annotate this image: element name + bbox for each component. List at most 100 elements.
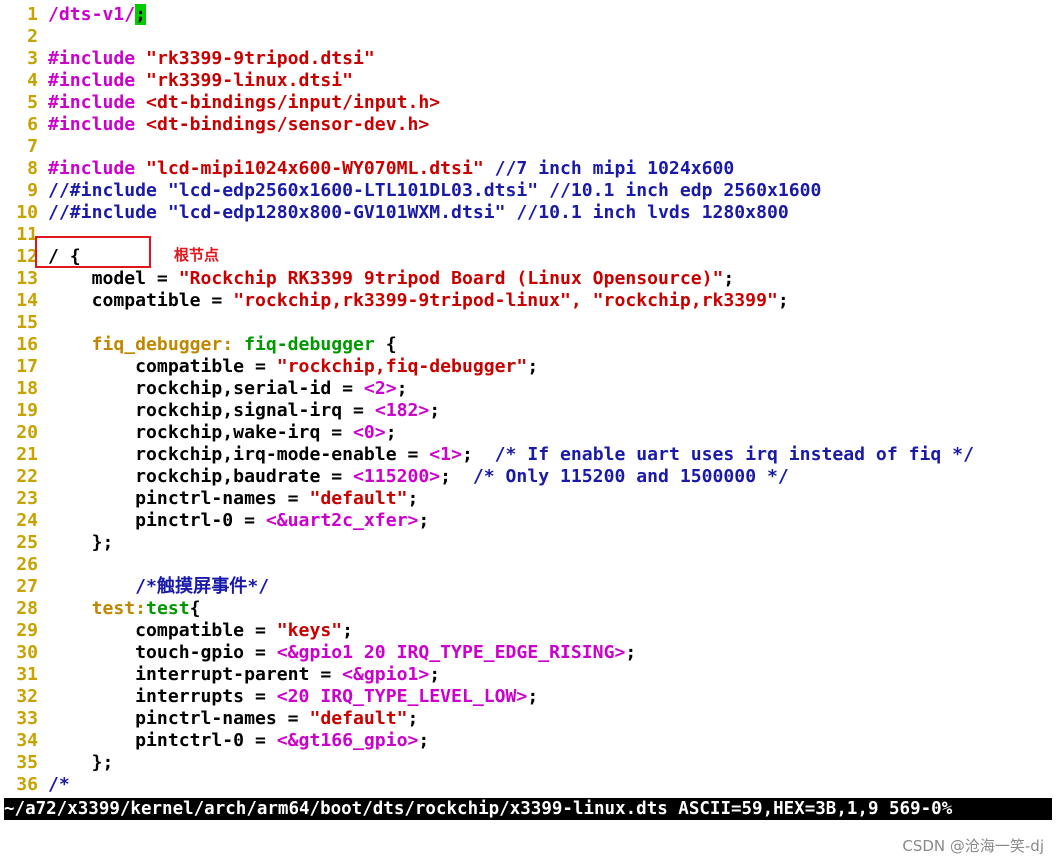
code-token: #include: [48, 70, 147, 91]
code-line[interactable]: 3 #include "rk3399-9tripod.dtsi": [0, 48, 1056, 70]
code-token: <0>: [353, 422, 386, 443]
code-token: {: [189, 598, 201, 619]
code-token: /dts-v1/: [48, 4, 136, 25]
code-line[interactable]: 5 #include <dt-bindings/input/input.h>: [0, 92, 1056, 114]
code-token: ;: [429, 664, 441, 685]
code-token: <2>: [363, 378, 397, 399]
code-token: <&gpio1>: [342, 664, 430, 685]
line-number: 7: [27, 136, 38, 157]
code-token: ;: [440, 466, 473, 487]
code-line[interactable]: 20 rockchip,wake-irq = <0>;: [0, 422, 1056, 444]
code-token: pintctrl-0 =: [48, 730, 277, 751]
line-number: 36: [16, 774, 38, 795]
code-line[interactable]: 23 pinctrl-names = "default";: [0, 488, 1056, 510]
code-line[interactable]: 14 compatible = "rockchip,rk3399-9tripod…: [0, 290, 1056, 312]
line-number: 29: [16, 620, 38, 641]
code-line[interactable]: 16 fiq_debugger: fiq-debugger {: [0, 334, 1056, 356]
code-token: ;: [723, 268, 735, 289]
code-editor[interactable]: 1/dts-v1/; 2 3 #include "rk3399-9tripod.dts…: [0, 4, 1056, 796]
code-token: ;: [418, 510, 430, 531]
code-token: <115200>: [353, 466, 441, 487]
line-number: 5: [27, 92, 38, 113]
code-line[interactable]: 6 #include <dt-bindings/sensor-dev.h>: [0, 114, 1056, 136]
code-line[interactable]: 29 compatible = "keys";: [0, 620, 1056, 642]
line-number: 27: [16, 576, 38, 597]
code-token: /* If enable uart uses irq instead of fi…: [494, 444, 974, 465]
code-line[interactable]: 31 interrupt-parent = <&gpio1>;: [0, 664, 1056, 686]
code-token: /*触摸屏事件*/: [48, 576, 270, 597]
code-line[interactable]: 11: [0, 224, 1056, 246]
line-number: 19: [16, 400, 38, 421]
code-token: <182>: [374, 400, 430, 421]
code-line[interactable]: 10 //#include "lcd-edp1280x800-GV101WXM.d…: [0, 202, 1056, 224]
code-line[interactable]: 1/dts-v1/;: [0, 4, 1056, 26]
code-token: rockchip,irq-mode-enable =: [48, 444, 430, 465]
code-line[interactable]: 32 interrupts = <20 IRQ_TYPE_LEVEL_LOW>;: [0, 686, 1056, 708]
line-number: 28: [16, 598, 38, 619]
code-token: ;: [429, 400, 441, 421]
line-number: 2: [27, 26, 38, 47]
code-token: ;: [527, 356, 539, 377]
code-token: {: [374, 334, 397, 355]
code-token: ;: [777, 290, 789, 311]
code-token: #include: [48, 114, 147, 135]
code-token: "default": [309, 488, 408, 509]
code-line[interactable]: 27 /*触摸屏事件*/: [0, 576, 1056, 598]
code-token: ;: [342, 620, 354, 641]
line-number: 31: [16, 664, 38, 685]
code-line[interactable]: 33 pinctrl-names = "default";: [0, 708, 1056, 730]
code-line[interactable]: 25 };: [0, 532, 1056, 554]
code-line[interactable]: 34 pintctrl-0 = <&gt166_gpio>;: [0, 730, 1056, 752]
code-token: ;: [385, 422, 397, 443]
code-token: ;: [418, 730, 430, 751]
line-number: 34: [16, 730, 38, 751]
line-number: 32: [16, 686, 38, 707]
code-token: "rockchip,rk3399-9tripod-linux", "rockch…: [233, 290, 778, 311]
line-number: 4: [27, 70, 38, 91]
code-token: fiq-debugger: [244, 334, 375, 355]
code-line[interactable]: 2: [0, 26, 1056, 48]
code-token: "default": [309, 708, 408, 729]
csdn-watermark: CSDN @沧海一笑-dj: [902, 837, 1044, 855]
code-line[interactable]: 17 compatible = "rockchip,fiq-debugger";: [0, 356, 1056, 378]
code-token: compatible =: [48, 620, 277, 641]
code-token: "lcd-mipi1024x600-WY070ML.dtsi": [146, 158, 484, 179]
code-token: touch-gpio =: [48, 642, 277, 663]
code-line[interactable]: 13 model = "Rockchip RK3399 9tripod Boar…: [0, 268, 1056, 290]
line-number: 18: [16, 378, 38, 399]
code-line[interactable]: 12/ {: [0, 246, 1056, 268]
code-token: <dt-bindings/sensor-dev.h>: [146, 114, 430, 135]
code-token: //7 inch mipi 1024x600: [483, 158, 735, 179]
code-line[interactable]: 15: [0, 312, 1056, 334]
code-token: <&gpio1 20 IRQ_TYPE_EDGE_RISING>: [276, 642, 626, 663]
code-line[interactable]: 8 #include "lcd-mipi1024x600-WY070ML.dtsi…: [0, 158, 1056, 180]
code-line[interactable]: 7: [0, 136, 1056, 158]
code-line[interactable]: 18 rockchip,serial-id = <2>;: [0, 378, 1056, 400]
code-line[interactable]: 21 rockchip,irq-mode-enable = <1>; /* If…: [0, 444, 1056, 466]
code-token: "rk3399-9tripod.dtsi": [146, 48, 375, 69]
line-number: 13: [16, 268, 38, 289]
code-line[interactable]: 35 };: [0, 752, 1056, 774]
code-line[interactable]: 22 rockchip,baudrate = <115200>; /* Only…: [0, 466, 1056, 488]
code-token: ;: [625, 642, 637, 663]
code-token: compatible =: [48, 356, 277, 377]
code-token: #include: [48, 92, 147, 113]
code-line[interactable]: 26: [0, 554, 1056, 576]
code-token: "rockchip,fiq-debugger": [276, 356, 528, 377]
line-number: 25: [16, 532, 38, 553]
code-line[interactable]: 28 test:test{: [0, 598, 1056, 620]
line-number: 16: [16, 334, 38, 355]
code-line[interactable]: 30 touch-gpio = <&gpio1 20 IRQ_TYPE_EDGE…: [0, 642, 1056, 664]
code-token: <1>: [429, 444, 462, 465]
code-line[interactable]: 19 rockchip,signal-irq = <182>;: [0, 400, 1056, 422]
code-line[interactable]: 24 pinctrl-0 = <&uart2c_xfer>;: [0, 510, 1056, 532]
code-token: model =: [48, 268, 179, 289]
line-number: 21: [16, 444, 38, 465]
text-cursor: ;: [135, 4, 147, 25]
code-token: <&gt166_gpio>: [276, 730, 419, 751]
code-line[interactable]: 9 //#include "lcd-edp2560x1600-LTL101DL03…: [0, 180, 1056, 202]
code-line[interactable]: 4 #include "rk3399-linux.dtsi": [0, 70, 1056, 92]
code-token: interrupts =: [48, 686, 277, 707]
code-token: <dt-bindings/input/input.h>: [146, 92, 441, 113]
code-line[interactable]: 36 /*: [0, 774, 1056, 796]
